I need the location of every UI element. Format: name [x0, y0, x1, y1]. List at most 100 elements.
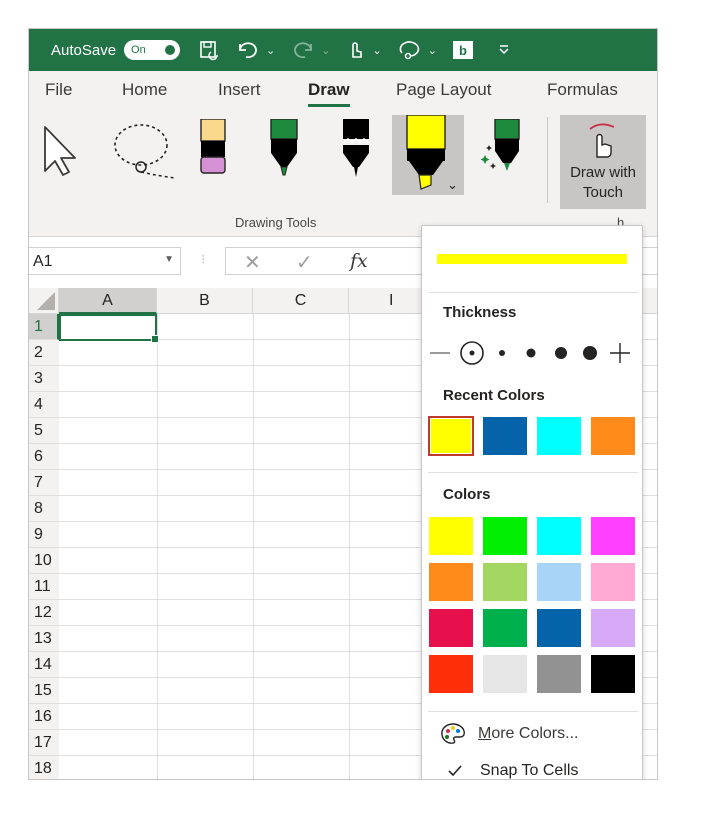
row-header[interactable]: 9: [29, 522, 59, 548]
color-swatch[interactable]: [482, 516, 528, 556]
snap-to-cells-item[interactable]: Snap To Cells: [448, 762, 578, 779]
row-header[interactable]: 7: [29, 470, 59, 496]
swatch-fill: [591, 655, 635, 693]
row-header[interactable]: 2: [29, 340, 59, 366]
divider: [428, 292, 638, 293]
row-header[interactable]: 4: [29, 392, 59, 418]
recent-color-swatch[interactable]: [482, 416, 528, 456]
thickness-option-2[interactable]: [499, 350, 505, 356]
color-swatch[interactable]: [590, 562, 636, 602]
active-cell-a1[interactable]: [59, 314, 159, 343]
touch-mode-dropdown-icon[interactable]: ⌄: [372, 44, 381, 57]
draw-with-touch-button[interactable]: Draw with Touch: [560, 115, 646, 209]
swatch-fill: [591, 417, 635, 455]
row-header[interactable]: 6: [29, 444, 59, 470]
formula-bar-grip[interactable]: ⁝: [201, 251, 205, 268]
enter-icon[interactable]: ✓: [296, 250, 313, 275]
color-swatch[interactable]: [428, 562, 474, 602]
highlighter-yellow-icon[interactable]: [403, 114, 449, 196]
colors-title: Colors: [443, 486, 491, 503]
undo-icon[interactable]: [236, 39, 260, 61]
autosave-toggle[interactable]: On: [124, 40, 181, 60]
color-swatch[interactable]: [428, 608, 474, 648]
divider: [428, 472, 638, 473]
color-swatch[interactable]: [536, 516, 582, 556]
column-header-c[interactable]: C: [253, 288, 349, 314]
undo-dropdown-icon[interactable]: ⌄: [266, 44, 275, 57]
color-swatch[interactable]: [536, 562, 582, 602]
more-colors-item[interactable]: More Colors...: [440, 722, 578, 746]
row-header[interactable]: 16: [29, 704, 59, 730]
toggle-label: On: [131, 44, 146, 56]
eraser-icon[interactable]: [199, 118, 229, 182]
lasso-icon[interactable]: [398, 39, 422, 61]
color-swatch[interactable]: [428, 516, 474, 556]
tab-page-layout[interactable]: Page Layout: [396, 80, 491, 100]
swatch-fill: [483, 417, 527, 455]
action-pen-icon[interactable]: [480, 118, 525, 184]
row-header[interactable]: 14: [29, 652, 59, 678]
row-header[interactable]: 13: [29, 626, 59, 652]
checkmark-icon: [448, 765, 462, 777]
color-swatch[interactable]: [536, 608, 582, 648]
lasso-dropdown-icon[interactable]: ⌄: [428, 44, 437, 57]
thickness-option-1[interactable]: [460, 341, 484, 365]
swatch-fill: [429, 609, 473, 647]
row-header[interactable]: 8: [29, 496, 59, 522]
tab-formulas[interactable]: Formulas: [547, 80, 618, 100]
row-header[interactable]: 17: [29, 730, 59, 756]
excel-window: AutoSave On ⌄ ⌄ ⌄ ⌄ b File Home Insert D…: [28, 28, 658, 780]
row-header[interactable]: 3: [29, 366, 59, 392]
lasso-select-icon[interactable]: [111, 121, 177, 186]
row-header[interactable]: 12: [29, 600, 59, 626]
recent-color-swatch[interactable]: [590, 416, 636, 456]
color-swatch[interactable]: [482, 654, 528, 694]
swatch-fill: [483, 655, 527, 693]
tab-home[interactable]: Home: [122, 80, 167, 100]
pen-dropdown-icon[interactable]: ⌄: [447, 177, 458, 193]
redo-dropdown-icon[interactable]: ⌄: [321, 44, 330, 57]
name-box[interactable]: A1 ▼: [29, 247, 181, 275]
row-header[interactable]: 18: [29, 756, 59, 779]
color-swatch[interactable]: [428, 654, 474, 694]
tab-draw[interactable]: Draw: [308, 80, 350, 107]
touch-mode-icon[interactable]: [346, 39, 366, 61]
color-swatch[interactable]: [590, 516, 636, 556]
column-header-b[interactable]: B: [157, 288, 253, 314]
row-header[interactable]: 11: [29, 574, 59, 600]
row-header[interactable]: 10: [29, 548, 59, 574]
thickness-row: [428, 340, 638, 366]
recent-color-swatch[interactable]: [428, 416, 474, 456]
swatch-fill: [431, 419, 471, 453]
redo-icon[interactable]: [291, 39, 315, 61]
thickness-increase-icon[interactable]: [610, 343, 630, 363]
color-swatch[interactable]: [590, 654, 636, 694]
swatch-fill: [591, 563, 635, 601]
select-all-button[interactable]: [29, 288, 59, 314]
color-swatch[interactable]: [536, 654, 582, 694]
pen-black-icon[interactable]: [341, 119, 371, 184]
thickness-option-4[interactable]: [555, 347, 567, 359]
tab-insert[interactable]: Insert: [218, 80, 261, 100]
select-objects-icon[interactable]: [41, 123, 91, 182]
thickness-option-5[interactable]: [583, 346, 597, 360]
tab-file[interactable]: File: [45, 80, 72, 100]
row-header[interactable]: 15: [29, 678, 59, 704]
name-box-dropdown-icon[interactable]: ▼: [164, 254, 174, 265]
customize-qat-icon[interactable]: [497, 43, 511, 57]
row-header[interactable]: 5: [29, 418, 59, 444]
insert-function-icon[interactable]: fx: [350, 250, 368, 272]
color-swatch[interactable]: [482, 562, 528, 602]
save-icon[interactable]: [198, 39, 220, 61]
recent-color-swatch[interactable]: [536, 416, 582, 456]
row-header[interactable]: 1: [29, 314, 59, 340]
swatch-fill: [537, 563, 581, 601]
cancel-icon[interactable]: ✕: [244, 250, 261, 275]
column-header-a[interactable]: A: [59, 288, 157, 314]
color-swatch[interactable]: [482, 608, 528, 648]
swatch-fill: [591, 609, 635, 647]
pen-green-icon[interactable]: [269, 118, 299, 184]
thickness-option-3[interactable]: [526, 348, 536, 358]
color-swatch[interactable]: [590, 608, 636, 648]
bing-icon[interactable]: b: [452, 41, 473, 59]
